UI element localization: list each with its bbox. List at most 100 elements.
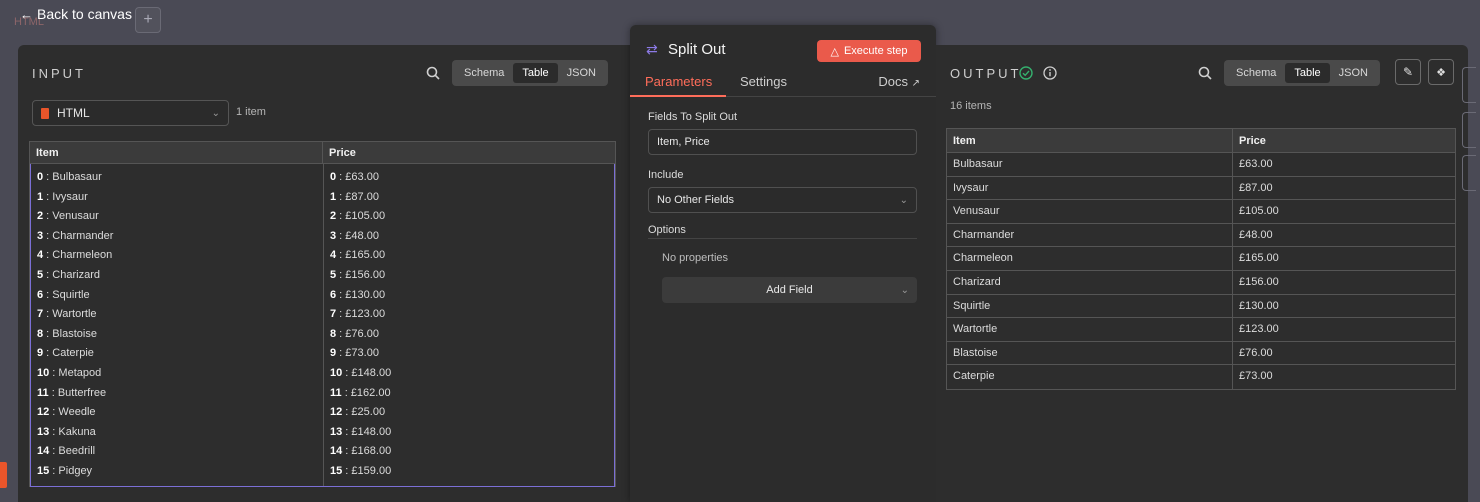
table-cell-item[interactable]: Charmander bbox=[947, 223, 1233, 247]
success-check-icon bbox=[1019, 66, 1033, 80]
execute-step-button[interactable]: △ Execute step bbox=[817, 40, 921, 62]
input-price-cell[interactable]: 0 : £63.00 1 : £87.00 2 : £105.00 3 : £48.0… bbox=[324, 164, 397, 486]
list-item: 0 : Bulbasaur bbox=[37, 171, 102, 183]
table-row: Venusaur £105.00 bbox=[947, 200, 1455, 224]
output-view-toggle: Schema Table JSON bbox=[1224, 60, 1380, 86]
list-item: 6 : Squirtle bbox=[37, 288, 90, 301]
list-item-value: Weedle bbox=[58, 406, 96, 419]
list-item: 11 : £162.00 bbox=[330, 386, 391, 399]
table-cell-price[interactable]: £105.00 bbox=[1233, 200, 1285, 223]
input-view-json[interactable]: JSON bbox=[558, 63, 605, 83]
list-item-value: Charmander bbox=[52, 229, 114, 242]
fields-to-split-label: Fields To Split Out bbox=[648, 111, 738, 123]
table-cell-item[interactable]: Charizard bbox=[947, 270, 1233, 294]
table-cell-price[interactable]: £123.00 bbox=[1233, 318, 1285, 341]
list-item-value: £148.00 bbox=[351, 366, 392, 379]
chevron-down-icon: ⌄ bbox=[900, 284, 909, 296]
list-item: 13 : £148.00 bbox=[330, 425, 392, 438]
search-icon[interactable] bbox=[426, 66, 440, 80]
search-icon[interactable] bbox=[1198, 66, 1212, 80]
table-cell-item[interactable]: Squirtle bbox=[947, 294, 1233, 318]
list-item-value: Charmeleon bbox=[52, 249, 113, 262]
table-cell-price[interactable]: £63.00 bbox=[1233, 153, 1279, 176]
tab-settings[interactable]: Settings bbox=[740, 74, 787, 89]
list-item-value: £159.00 bbox=[351, 464, 392, 477]
output-item-count: 16 items bbox=[950, 100, 992, 112]
table-row: Bulbasaur £63.00 bbox=[947, 153, 1455, 177]
list-item-index: 1 bbox=[37, 190, 44, 203]
list-item-index: 13 bbox=[37, 425, 50, 438]
table-cell-item[interactable]: Caterpie bbox=[947, 365, 1233, 389]
add-field-button[interactable]: Add Field ⌄ bbox=[662, 277, 917, 303]
list-item: 10 : Metapod bbox=[37, 366, 102, 379]
include-label: Include bbox=[648, 169, 684, 181]
fields-to-split-value: Item, Price bbox=[657, 136, 710, 148]
output-view-schema[interactable]: Schema bbox=[1227, 63, 1285, 83]
list-item: 14 : £168.00 bbox=[330, 445, 392, 458]
list-item: 4 : Charmeleon bbox=[37, 249, 113, 262]
edit-output-button[interactable]: ✎ bbox=[1395, 59, 1421, 85]
docs-link[interactable]: Docs ↗ bbox=[878, 74, 920, 89]
pencil-icon: ✎ bbox=[1402, 65, 1414, 79]
chevron-down-icon: ⌄ bbox=[899, 194, 908, 206]
list-item-index: 12 bbox=[37, 406, 50, 419]
list-item-index: 4 bbox=[37, 249, 44, 262]
list-item-index: 8 bbox=[330, 327, 337, 340]
list-item-value: Caterpie bbox=[52, 347, 94, 360]
options-divider bbox=[648, 238, 917, 239]
table-cell-price[interactable]: £165.00 bbox=[1233, 247, 1285, 270]
node-name[interactable]: Split Out bbox=[668, 41, 726, 58]
side-panel-tab[interactable] bbox=[1462, 67, 1476, 103]
list-item-index: 1 bbox=[330, 190, 337, 203]
add-node-button[interactable]: + bbox=[135, 7, 161, 33]
list-item: 12 : Weedle bbox=[37, 406, 96, 419]
output-view-json[interactable]: JSON bbox=[1330, 63, 1377, 83]
list-item-index: 6 bbox=[37, 288, 44, 301]
input-node-select[interactable]: HTML ⌄ bbox=[32, 100, 229, 126]
table-cell-item[interactable]: Wartortle bbox=[947, 318, 1233, 341]
list-item-value: Beedrill bbox=[58, 445, 96, 458]
list-item: 12 : £25.00 bbox=[330, 406, 386, 419]
tab-parameters[interactable]: Parameters bbox=[645, 74, 712, 89]
input-table: Item Price 0 : Bulbasaur 1 : Ivysaur 2 : V… bbox=[29, 141, 616, 487]
list-item-index: 0 bbox=[37, 171, 44, 183]
table-cell-item[interactable]: Charmeleon bbox=[947, 247, 1233, 270]
output-table: Item Price Bulbasaur £63.00 Ivysaur £87.00 V… bbox=[946, 128, 1456, 390]
table-cell-price[interactable]: £76.00 bbox=[1233, 342, 1279, 365]
back-to-canvas-link[interactable]: ← Back to canvas bbox=[20, 6, 132, 22]
pin-icon: ❖ bbox=[1436, 66, 1446, 79]
list-item-index: 9 bbox=[330, 347, 337, 360]
side-panel-tab[interactable] bbox=[1462, 112, 1476, 148]
list-item: 13 : Kakuna bbox=[37, 425, 96, 438]
list-item: 5 : Charizard bbox=[37, 268, 100, 281]
table-cell-price[interactable]: £156.00 bbox=[1233, 271, 1285, 294]
input-node-select-value: HTML bbox=[57, 106, 90, 120]
list-item: 6 : £130.00 bbox=[330, 288, 386, 301]
list-item-value: £105.00 bbox=[345, 210, 386, 223]
list-item: 15 : £159.00 bbox=[330, 464, 392, 477]
output-view-table[interactable]: Table bbox=[1285, 63, 1330, 83]
list-item-value: Wartortle bbox=[52, 308, 97, 321]
list-item-index: 2 bbox=[330, 210, 337, 223]
arrow-left-icon: ← bbox=[20, 6, 33, 22]
include-select[interactable]: No Other Fields ⌄ bbox=[648, 187, 917, 213]
list-item: 15 : Pidgey bbox=[37, 464, 93, 477]
input-view-table[interactable]: Table bbox=[513, 63, 558, 83]
table-cell-item[interactable]: Blastoise bbox=[947, 341, 1233, 365]
input-item-cell[interactable]: 0 : Bulbasaur 1 : Ivysaur 2 : Venusaur 3 : … bbox=[31, 164, 324, 486]
table-cell-price[interactable]: £130.00 bbox=[1233, 295, 1285, 318]
side-panel-tab[interactable] bbox=[1462, 155, 1476, 191]
input-view-schema[interactable]: Schema bbox=[455, 63, 513, 83]
table-cell-price[interactable]: £73.00 bbox=[1233, 365, 1279, 389]
table-cell-item[interactable]: Venusaur bbox=[947, 200, 1233, 223]
list-item-value: £25.00 bbox=[351, 406, 386, 419]
info-icon[interactable] bbox=[1043, 66, 1057, 80]
fields-to-split-input[interactable]: Item, Price bbox=[648, 129, 917, 155]
table-cell-item[interactable]: Bulbasaur bbox=[947, 153, 1233, 176]
table-cell-price[interactable]: £48.00 bbox=[1233, 224, 1279, 247]
table-cell-item[interactable]: Ivysaur bbox=[947, 176, 1233, 200]
html-node-icon bbox=[0, 462, 7, 488]
table-cell-price[interactable]: £87.00 bbox=[1233, 177, 1279, 200]
pin-data-button[interactable]: ❖ bbox=[1428, 59, 1454, 85]
output-table-body: Bulbasaur £63.00 Ivysaur £87.00 Venusaur £105… bbox=[947, 153, 1455, 389]
